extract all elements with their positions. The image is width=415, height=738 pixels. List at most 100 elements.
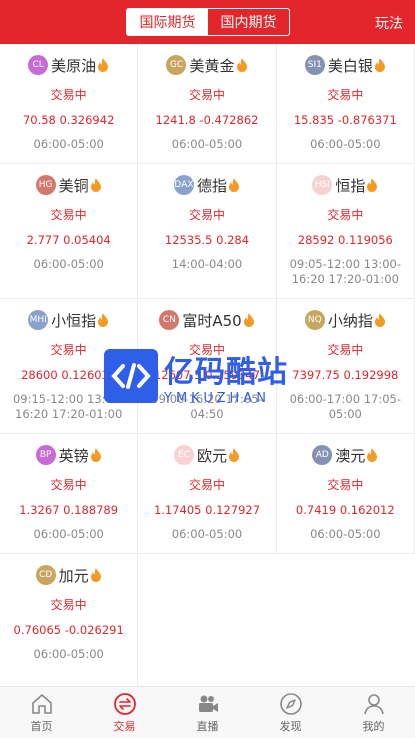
flame-icon <box>367 448 378 462</box>
tab-me[interactable]: 我的 <box>332 687 415 738</box>
product-card[interactable]: HSI 恒指 交易中 28592 0.119056 09:05-12:00 13:00-… <box>276 164 415 299</box>
product-card[interactable]: BP 英镑 交易中 1.3267 0.188789 06:00-05:00 <box>0 434 139 554</box>
product-name: 小纳指 <box>327 311 373 330</box>
product-name: 美铜 <box>58 176 89 195</box>
trading-status: 交易中 <box>327 343 364 357</box>
price-change: 1241.8 -0.472862 <box>155 113 259 127</box>
product-name: 德指 <box>196 176 227 195</box>
trading-status: 交易中 <box>188 208 225 222</box>
trading-hours: 06:00-05:00 <box>33 137 104 151</box>
product-code-badge: CL <box>28 55 49 75</box>
price-change: 0.7419 0.162012 <box>295 503 395 517</box>
product-name-row: NQ 小纳指 <box>304 309 386 331</box>
trading-status: 交易中 <box>50 478 87 492</box>
tab-label: 首页 <box>30 720 53 733</box>
flame-icon <box>243 313 254 327</box>
tab-international-futures[interactable]: 国际期货 <box>127 9 208 35</box>
flame-icon <box>229 178 239 192</box>
trading-status: 交易中 <box>327 88 364 102</box>
product-name: 富时A50 <box>182 311 242 330</box>
product-name-row: GC 美黄金 <box>166 54 247 76</box>
product-code-badge: HSI <box>312 175 333 195</box>
flame-icon <box>98 58 109 72</box>
watermark-brand-cn: 亿码酷站 <box>164 354 288 390</box>
product-name-row: CN 富时A50 <box>159 309 254 331</box>
product-card[interactable]: HG 美铜 交易中 2.777 0.05404 06:00-05:00 <box>0 164 139 299</box>
user-icon <box>363 694 384 715</box>
product-name: 美原油 <box>51 56 97 75</box>
product-name-row: HG 美铜 <box>35 174 102 196</box>
product-card[interactable]: AD 澳元 交易中 0.7419 0.162012 06:00-05:00 <box>276 434 415 554</box>
product-name-row: SI1 美白银 <box>304 54 386 76</box>
trading-hours: 06:00-05:00 <box>33 257 104 271</box>
product-name: 恒指 <box>335 176 366 195</box>
product-name: 小恒指 <box>51 311 97 330</box>
bottom-tab-bar: 首页 交易 直播 发现 我的 <box>0 686 415 738</box>
watermark-brand-en: YMKUZHAN <box>164 390 270 406</box>
watermark: 亿码酷站 YMKUZHAN <box>104 342 314 410</box>
product-name-row: EC 欧元 <box>173 444 240 466</box>
price-change: 70.58 0.326942 <box>22 113 115 127</box>
flame-icon <box>90 178 101 192</box>
trading-hours: 14:00-04:00 <box>171 257 243 271</box>
price-change: 1.17405 0.127927 <box>153 503 261 517</box>
flame-icon <box>229 448 239 462</box>
flame-icon <box>374 58 385 72</box>
product-card[interactable]: CD 加元交易中 0.76065 -0.026291 06:00-05:00 <box>0 554 139 689</box>
price-change: 12535.5 0.284 <box>164 233 250 247</box>
price-change: 28600 0.126036 <box>21 368 117 382</box>
rules-link[interactable]: 玩法 <box>375 13 403 33</box>
market-segmented-control: 国际期货 国内期货 <box>126 8 290 36</box>
tab-live[interactable]: 直播 <box>166 687 249 738</box>
product-name: 加元 <box>58 566 89 585</box>
product-code-badge: SI1 <box>304 55 325 75</box>
product-card[interactable]: DAX 德指交易中 12535.5 0.284 14:00-04:00 <box>138 164 277 299</box>
product-name: 美黄金 <box>189 56 235 75</box>
app-header: 国际期货 国内期货 玩法 <box>0 0 415 44</box>
tab-label: 直播 <box>196 720 219 733</box>
home-icon <box>31 694 52 714</box>
flame-icon <box>90 448 101 462</box>
price-change: 2.777 0.05404 <box>26 233 111 247</box>
product-code-badge: CD <box>35 565 56 585</box>
flame-icon <box>98 313 109 327</box>
product-name-row: DAX 德指 <box>173 174 240 196</box>
tab-label: 我的 <box>362 720 385 733</box>
product-code-badge: AD <box>312 445 333 465</box>
flame-icon <box>90 568 101 582</box>
flame-icon <box>374 313 385 327</box>
video-camera-icon <box>198 695 218 712</box>
tab-label: 发现 <box>279 720 302 733</box>
product-card[interactable]: GC 美黄金交易中 1241.8 -0.472862 06:00-05:00 <box>138 44 277 164</box>
trading-status: 交易中 <box>50 598 87 612</box>
product-name-row: CD 加元 <box>35 564 102 586</box>
trading-status: 交易中 <box>188 88 225 102</box>
product-code-badge: CN <box>159 310 180 330</box>
product-name: 美白银 <box>327 56 373 75</box>
tab-trade[interactable]: 交易 <box>83 687 166 738</box>
product-name-row: AD 澳元 <box>312 444 378 466</box>
tab-home[interactable]: 首页 <box>0 687 83 738</box>
product-code-badge: DAX <box>173 175 194 195</box>
product-name-row: BP 英镑 <box>35 444 102 466</box>
product-code-badge: GC <box>166 55 187 75</box>
trading-hours: 06:00-05:00 <box>310 527 381 541</box>
trading-hours: 06:00-05:00 <box>171 137 243 151</box>
product-name: 澳元 <box>335 446 366 465</box>
product-name-row: CL 美原油 <box>28 54 109 76</box>
product-card[interactable]: SI1 美白银 交易中 15.835 -0.876371 06:00-05:00 <box>276 44 415 164</box>
code-bracket-icon <box>104 349 158 403</box>
trading-status: 交易中 <box>50 88 87 102</box>
compass-icon <box>279 693 302 715</box>
flame-icon <box>236 58 247 72</box>
trading-hours: 06:00-05:00 <box>33 647 104 661</box>
trading-status: 交易中 <box>188 478 225 492</box>
product-code-badge: EC <box>173 445 194 465</box>
tab-domestic-futures[interactable]: 国内期货 <box>208 9 289 35</box>
product-card[interactable]: EC 欧元 交易中 1.17405 0.127927 06:00-05:00 <box>138 434 277 554</box>
price-change: 0.76065 -0.026291 <box>13 623 124 637</box>
product-name-row: MHI 小恒指 <box>28 309 109 331</box>
tab-discover[interactable]: 发现 <box>249 687 332 738</box>
product-name-row: HSI 恒指 <box>312 174 378 196</box>
product-card[interactable]: CL 美原油交易中 70.58 0.326942 06:00-05:00 <box>0 44 139 164</box>
